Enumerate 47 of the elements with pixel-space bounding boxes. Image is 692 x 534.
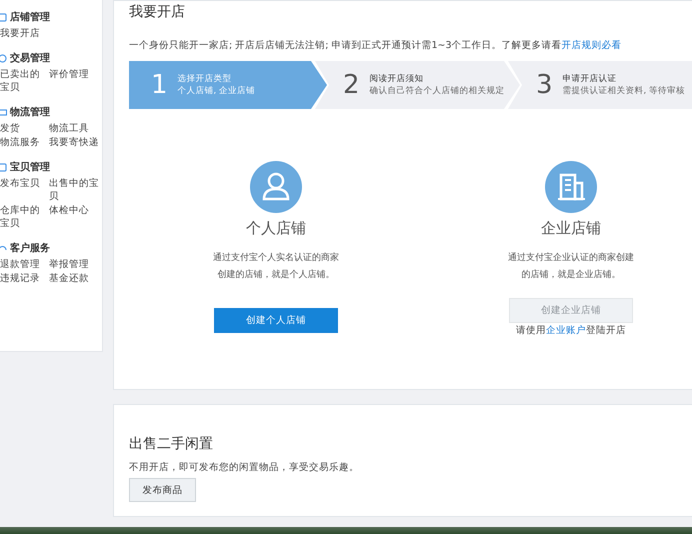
step-number: 2	[343, 70, 360, 100]
sidebar-heading: 宝贝管理	[10, 160, 50, 174]
step-subtitle: 确认自己符合个人店铺的相关规定	[370, 85, 505, 97]
sidebar-heading: 交易管理	[10, 51, 50, 65]
sidebar-link[interactable]: 已卖出的宝贝	[0, 68, 49, 94]
sidebar-link[interactable]: 退款管理	[0, 258, 49, 271]
login-hint: 请使用企业账户登陆开店	[516, 324, 626, 337]
sidebar-link[interactable]: 发布宝贝	[0, 177, 49, 203]
page-title: 我要开店	[129, 3, 186, 21]
sidebar-link[interactable]: 基金还款	[49, 272, 101, 285]
sidebar-heading: 店铺管理	[10, 10, 50, 24]
shop-type-title: 个人店铺	[246, 219, 306, 238]
section-title: 出售二手闲置	[129, 435, 214, 453]
step-title: 选择开店类型	[178, 73, 233, 85]
sidebar-link[interactable]: 评价管理	[49, 68, 101, 94]
sidebar-link[interactable]: 举报管理	[49, 258, 101, 271]
rules-link[interactable]: 开店规则必看	[562, 40, 622, 51]
section-description: 不用开店，即可发布您的闲置物品，享受交易乐趣。	[129, 461, 360, 474]
sidebar-link[interactable]: 违规记录	[0, 272, 49, 285]
step-subtitle: 个人店铺, 企业店铺	[178, 85, 255, 97]
step-number: 3	[536, 70, 553, 100]
building-icon	[545, 161, 597, 213]
box-icon	[0, 108, 7, 116]
person-icon	[250, 161, 302, 213]
sidebar-link[interactable]: 我要开店	[0, 27, 49, 40]
sidebar-link[interactable]: 我要寄快递	[49, 136, 101, 149]
sidebar-heading: 客户服务	[10, 241, 50, 255]
step-number: 1	[151, 70, 168, 100]
page-icon	[0, 162, 7, 172]
shop-type-title: 企业店铺	[541, 219, 601, 238]
shop-type-description: 通过支付宝企业认证的商家创建的店铺，就是企业店铺。	[507, 252, 635, 282]
sidebar-link[interactable]: 仓库中的宝贝	[0, 204, 49, 230]
sidebar-link[interactable]: 出售中的宝贝	[49, 177, 101, 203]
sidebar-link[interactable]: 物流服务	[0, 136, 49, 149]
sidebar-link[interactable]: 物流工具	[49, 122, 101, 135]
create-shop-button[interactable]: 创建个人店铺	[214, 308, 338, 333]
page-icon	[0, 12, 7, 22]
coin-icon	[0, 54, 7, 62]
step-subtitle: 需提供认证相关资料, 等待审核	[562, 85, 685, 97]
sidebar-link[interactable]: 发货	[0, 122, 49, 135]
step-title: 阅读开店须知	[370, 73, 425, 85]
publish-button[interactable]: 发布商品	[129, 478, 196, 502]
step-title: 申请开店认证	[562, 73, 618, 85]
sidebar-heading: 物流管理	[10, 105, 50, 119]
notice-text: 一个身份只能开一家店; 开店后店铺无法注销; 申请到正式开通预计需1~3个工作日。了解更多请看开店规则必看	[129, 39, 622, 52]
shop-type-description: 通过支付宝个人实名认证的商家创建的店铺，就是个人店铺。	[213, 252, 339, 282]
sidebar-link[interactable]: 体检中心	[49, 204, 101, 230]
